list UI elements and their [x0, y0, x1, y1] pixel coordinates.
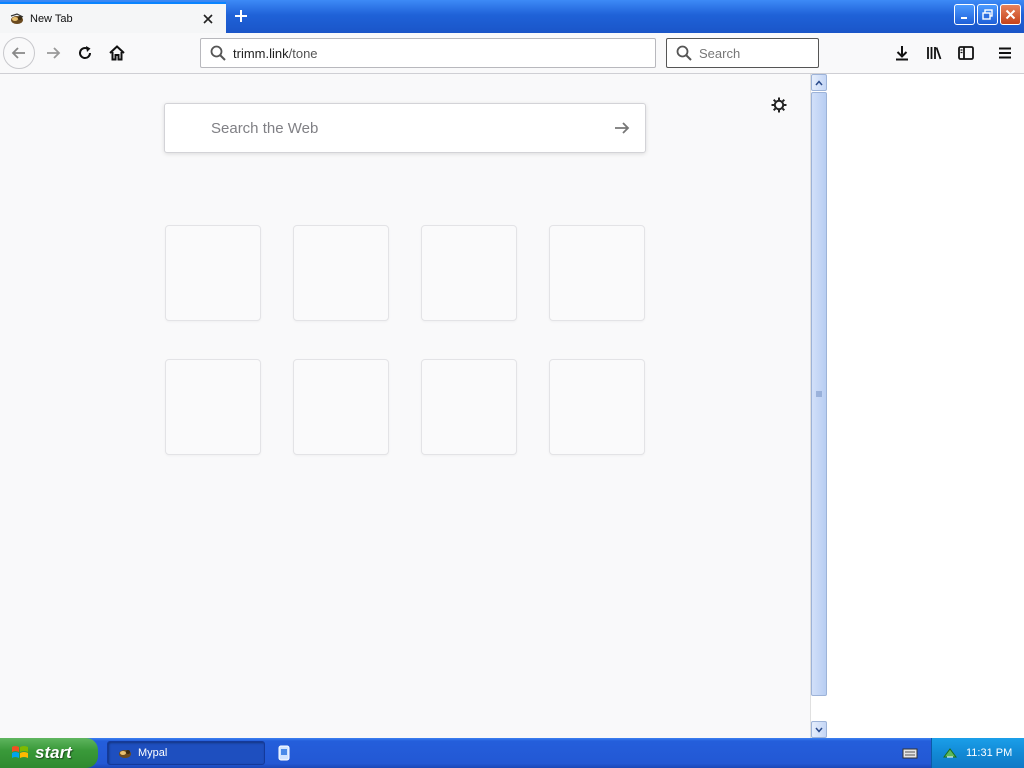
- url-path: /tone: [288, 45, 318, 61]
- url-text: trimm.link/tone: [233, 46, 318, 61]
- scroll-down-button[interactable]: [811, 721, 827, 738]
- chevron-up-icon: [815, 79, 823, 85]
- forward-arrow-icon: [47, 47, 61, 59]
- network-icon[interactable]: [942, 745, 958, 761]
- mypal-icon: [119, 750, 131, 758]
- quick-launch-icon[interactable]: [276, 744, 292, 762]
- top-site-tile[interactable]: [293, 359, 389, 455]
- new-tab-button[interactable]: [230, 5, 252, 27]
- library-button[interactable]: [918, 37, 950, 69]
- search-icon: [675, 44, 693, 62]
- scrollbar-thumb[interactable]: [811, 92, 827, 696]
- back-arrow-icon: [11, 47, 25, 59]
- close-tab-icon[interactable]: [200, 11, 216, 27]
- start-button[interactable]: start: [0, 738, 98, 768]
- system-tray: 11:31 PM: [931, 738, 1024, 768]
- restore-button[interactable]: [977, 4, 998, 25]
- url-domain: trimm.link: [233, 45, 289, 61]
- tab-title: New Tab: [30, 12, 73, 25]
- top-site-tile[interactable]: [421, 359, 517, 455]
- windows-logo-icon: [12, 746, 28, 758]
- scroll-up-button[interactable]: [811, 74, 827, 91]
- library-icon: [927, 47, 942, 60]
- mypal-icon: [9, 11, 25, 27]
- top-site-tile[interactable]: [421, 225, 517, 321]
- chevron-down-icon: [815, 727, 823, 733]
- url-bar[interactable]: trimm.link/tone: [200, 38, 656, 68]
- search-icon: [209, 44, 227, 62]
- downloads-button[interactable]: [886, 37, 918, 69]
- back-button[interactable]: [3, 37, 35, 69]
- forward-button[interactable]: [37, 37, 69, 69]
- top-site-tile[interactable]: [549, 225, 645, 321]
- download-icon: [896, 46, 908, 61]
- close-window-button[interactable]: [1000, 4, 1021, 25]
- sidebar-button[interactable]: [950, 37, 982, 69]
- clock: 11:31 PM: [966, 747, 1013, 759]
- home-button[interactable]: [101, 37, 133, 69]
- search-input[interactable]: [699, 45, 809, 61]
- taskbar-item-mypal[interactable]: Mypal: [107, 741, 265, 765]
- search-bar[interactable]: [666, 38, 819, 68]
- tab-strip: New Tab: [0, 0, 1024, 33]
- new-tab-page: [0, 74, 810, 738]
- menu-button[interactable]: [989, 37, 1021, 69]
- top-site-tile[interactable]: [549, 359, 645, 455]
- arrow-right-icon[interactable]: [611, 117, 633, 139]
- minimize-button[interactable]: [954, 4, 975, 25]
- reload-button[interactable]: [69, 37, 101, 69]
- navigation-toolbar: trimm.link/tone: [0, 33, 1024, 74]
- reload-icon: [79, 46, 92, 59]
- tab-new-tab[interactable]: New Tab: [0, 2, 226, 33]
- keyboard-icon[interactable]: [902, 746, 918, 760]
- blank-area: [827, 74, 1024, 738]
- window-controls: [954, 4, 1021, 25]
- sidebar-icon: [958, 46, 974, 60]
- gear-icon[interactable]: [768, 94, 790, 116]
- start-label: start: [35, 743, 72, 762]
- home-icon: [109, 45, 125, 61]
- taskbar: start Mypal 11:31 PM: [0, 738, 1024, 768]
- top-site-tile[interactable]: [165, 225, 261, 321]
- top-site-tile[interactable]: [165, 359, 261, 455]
- top-site-tile[interactable]: [293, 225, 389, 321]
- grip-icon: [816, 391, 822, 397]
- hamburger-menu-icon: [999, 47, 1011, 59]
- web-search-input[interactable]: [211, 119, 591, 137]
- taskbar-item-label: Mypal: [138, 747, 168, 759]
- vertical-scrollbar[interactable]: [810, 74, 827, 738]
- web-search-box[interactable]: [164, 103, 646, 153]
